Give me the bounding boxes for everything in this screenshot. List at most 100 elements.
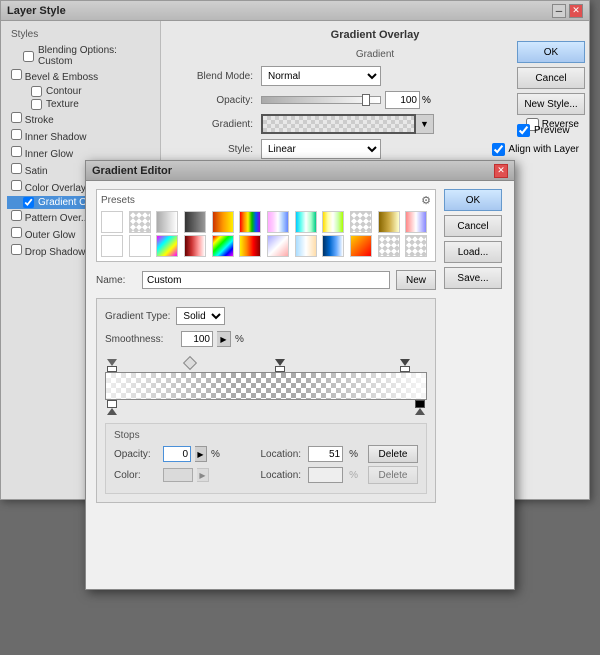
opacity-stop-0[interactable] xyxy=(107,359,117,372)
gradient-bar[interactable] xyxy=(105,372,427,400)
location-label-2: Location: xyxy=(261,470,302,481)
sidebar-item-texture[interactable]: Texture xyxy=(7,98,154,111)
opacity-stop-100[interactable] xyxy=(400,359,410,372)
preset-4[interactable] xyxy=(184,211,206,233)
drop-shadow-checkbox[interactable] xyxy=(11,244,22,255)
opacity-stop-input[interactable] xyxy=(163,446,191,462)
blending-checkbox[interactable] xyxy=(23,51,34,62)
gradient-editor-title: Gradient Editor xyxy=(92,165,172,177)
close-button[interactable]: ✕ xyxy=(569,4,583,18)
sidebar-section-stroke[interactable]: Stroke xyxy=(7,111,154,127)
midpoint-diamond-1[interactable] xyxy=(183,356,197,370)
preset-23[interactable] xyxy=(378,235,400,257)
pattern-checkbox[interactable] xyxy=(11,210,22,221)
ge-cancel-button[interactable]: Cancel xyxy=(444,215,502,237)
new-style-button[interactable]: New Style... xyxy=(517,93,585,115)
opacity-slider[interactable] xyxy=(261,96,381,104)
presets-gear-icon[interactable]: ⚙ xyxy=(421,194,431,207)
color-stepper[interactable]: ▶ xyxy=(197,468,209,482)
preset-16[interactable] xyxy=(184,235,206,257)
gradient-editor-close[interactable]: ✕ xyxy=(494,164,508,178)
opacity-stop-50[interactable] xyxy=(275,359,285,372)
color-swatch[interactable] xyxy=(163,468,193,482)
smoothness-unit: % xyxy=(235,334,244,345)
gradient-type-select[interactable]: Solid xyxy=(176,307,225,325)
sidebar-item-contour[interactable]: Contour xyxy=(7,85,154,98)
outer-glow-checkbox[interactable] xyxy=(11,227,22,238)
delete-button-2[interactable]: Delete xyxy=(368,466,418,484)
preset-20[interactable] xyxy=(295,235,317,257)
new-button[interactable]: New xyxy=(396,270,436,290)
preset-2[interactable] xyxy=(129,211,151,233)
ge-save-button[interactable]: Save... xyxy=(444,267,502,289)
color-stop-100[interactable] xyxy=(415,400,425,415)
delete-button-1[interactable]: Delete xyxy=(368,445,418,463)
inner-glow-checkbox[interactable] xyxy=(11,146,22,157)
preset-13[interactable] xyxy=(101,235,123,257)
preset-17[interactable] xyxy=(212,235,234,257)
blend-mode-select[interactable]: Normal xyxy=(261,66,381,86)
smoothness-label: Smoothness: xyxy=(105,334,177,345)
sidebar-section-inner-glow[interactable]: Inner Glow xyxy=(7,145,154,161)
stops-section: Stops Opacity: ▶ % Location: % Delete xyxy=(105,423,427,494)
preview-checkbox[interactable] xyxy=(517,124,530,137)
sidebar-section-bevel[interactable]: Bevel & Emboss xyxy=(7,68,154,84)
style-row: Style: Linear Align with Layer xyxy=(171,139,579,159)
satin-checkbox[interactable] xyxy=(11,163,22,174)
opacity-thumb[interactable] xyxy=(362,94,370,106)
minimize-button[interactable]: ─ xyxy=(552,4,566,18)
texture-label: Texture xyxy=(46,99,79,110)
gradient-preview[interactable] xyxy=(261,114,416,134)
preset-15[interactable] xyxy=(156,235,178,257)
bevel-checkbox[interactable] xyxy=(11,69,22,80)
ok-button[interactable]: OK xyxy=(517,41,585,63)
preset-12[interactable] xyxy=(405,211,427,233)
ge-load-button[interactable]: Load... xyxy=(444,241,502,263)
color-stop-0[interactable] xyxy=(107,400,117,415)
ge-ok-button[interactable]: OK xyxy=(444,189,502,211)
preset-18[interactable] xyxy=(239,235,261,257)
smoothness-stepper[interactable]: ▶ xyxy=(217,331,231,347)
preset-9[interactable] xyxy=(322,211,344,233)
opacity-stop-stepper[interactable]: ▶ xyxy=(195,446,207,462)
location-input-1[interactable] xyxy=(308,446,343,462)
contour-checkbox[interactable] xyxy=(31,86,42,97)
preset-24[interactable] xyxy=(405,235,427,257)
opacity-input[interactable] xyxy=(385,91,420,109)
name-input[interactable] xyxy=(142,271,390,289)
preset-5[interactable] xyxy=(212,211,234,233)
contour-label: Contour xyxy=(46,86,82,97)
gradient-editor-titlebar: Gradient Editor ✕ xyxy=(86,161,514,181)
preset-22[interactable] xyxy=(350,235,372,257)
smoothness-input[interactable] xyxy=(181,331,213,347)
preset-7[interactable] xyxy=(267,211,289,233)
opacity-stop-label: Opacity: xyxy=(114,449,159,460)
preset-11[interactable] xyxy=(378,211,400,233)
opacity-stop-unit: % xyxy=(211,449,220,460)
gradient-overlay-checkbox[interactable] xyxy=(23,197,34,208)
stroke-checkbox[interactable] xyxy=(11,112,22,123)
preset-3[interactable] xyxy=(156,211,178,233)
sidebar-section-inner-shadow[interactable]: Inner Shadow xyxy=(7,128,154,144)
preset-14[interactable] xyxy=(129,235,151,257)
color-stops-area xyxy=(105,401,427,417)
location-input-2[interactable] xyxy=(308,467,343,483)
preset-6[interactable] xyxy=(239,211,261,233)
preset-8[interactable] xyxy=(295,211,317,233)
cancel-button[interactable]: Cancel xyxy=(517,67,585,89)
style-select[interactable]: Linear xyxy=(261,139,381,159)
presets-section: Presets ⚙ xyxy=(96,189,436,262)
opacity-stops-area xyxy=(105,355,427,371)
sidebar-item-blending[interactable]: Blending Options: Custom xyxy=(7,44,154,68)
preset-21[interactable] xyxy=(322,235,344,257)
preset-1[interactable] xyxy=(101,211,123,233)
gradient-dropdown-btn[interactable]: ▼ xyxy=(416,114,434,134)
texture-checkbox[interactable] xyxy=(31,99,42,110)
gradient-bar-checker xyxy=(106,373,426,399)
gradient-settings-section: Gradient Type: Solid Smoothness: ▶ % xyxy=(96,298,436,503)
preset-10[interactable] xyxy=(350,211,372,233)
align-checkbox[interactable] xyxy=(492,143,505,156)
inner-shadow-checkbox[interactable] xyxy=(11,129,22,140)
color-overlay-checkbox[interactable] xyxy=(11,180,22,191)
preset-19[interactable] xyxy=(267,235,289,257)
